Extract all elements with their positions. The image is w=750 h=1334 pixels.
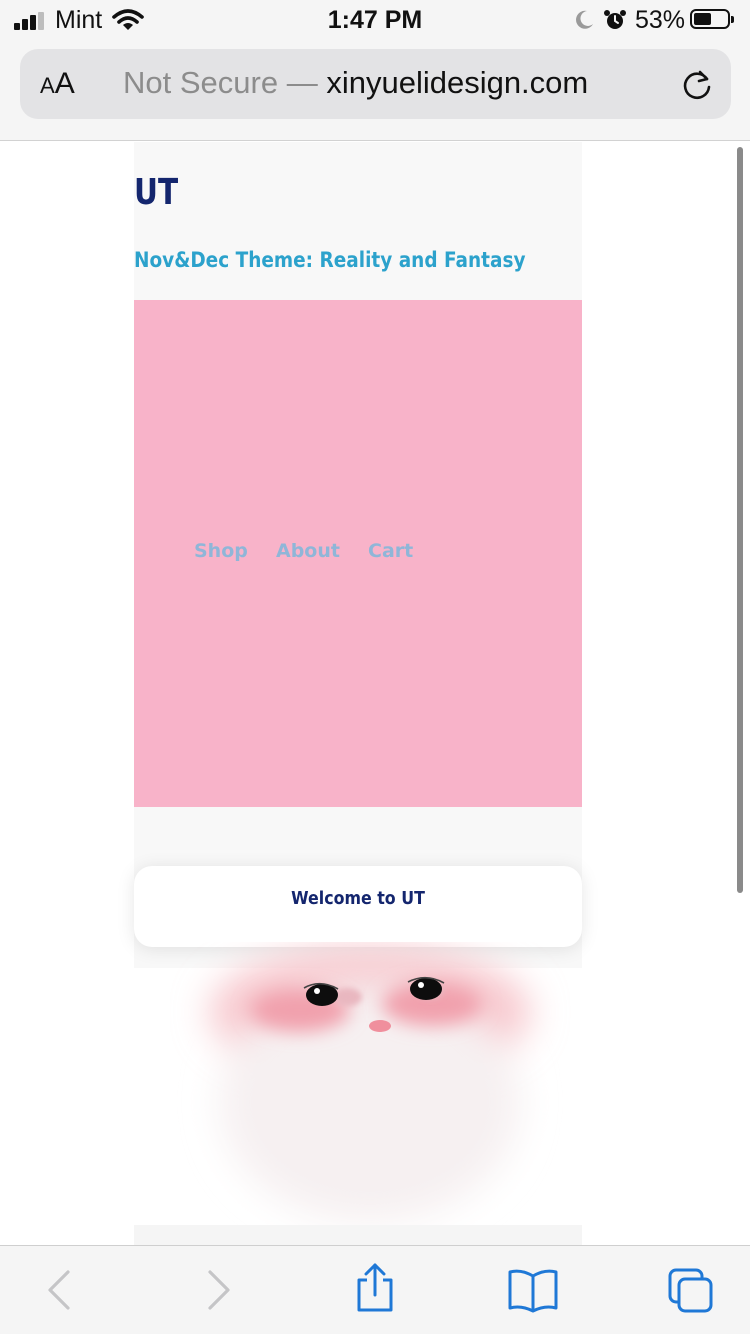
reload-icon[interactable] [680, 68, 714, 102]
forward-icon[interactable] [198, 1266, 238, 1314]
back-icon[interactable] [40, 1266, 80, 1314]
scrollbar[interactable] [737, 147, 743, 893]
address-bar[interactable]: AA Not Secure — xinyuelidesign.com [20, 49, 731, 119]
url-field[interactable]: Not Secure — xinyuelidesign.com [123, 65, 588, 101]
tabs-icon[interactable] [666, 1268, 716, 1316]
battery-percentage: 53% [635, 6, 686, 34]
nav-shop-link[interactable]: Shop [194, 540, 248, 562]
site-logo[interactable]: UT [134, 172, 178, 213]
hero-banner: Shop About Cart [134, 300, 582, 807]
nav-cart-link[interactable]: Cart [368, 540, 413, 562]
welcome-text: Welcome to UT [291, 888, 425, 909]
nav-about-link[interactable]: About [276, 540, 340, 562]
url-domain: xinyuelidesign.com [326, 65, 589, 100]
welcome-card: Welcome to UT [134, 866, 582, 947]
web-page: UT Nov&Dec Theme: Reality and Fantasy Sh… [0, 142, 750, 1245]
text-size-button[interactable]: AA [40, 67, 75, 101]
footer-strip [134, 1225, 582, 1245]
alarm-icon [604, 10, 626, 29]
bookmarks-icon[interactable] [507, 1266, 559, 1314]
theme-heading: Nov&Dec Theme: Reality and Fantasy [134, 248, 526, 272]
share-icon[interactable] [353, 1262, 397, 1314]
battery-icon [690, 9, 734, 29]
status-bar: Mint 1:47 PM 53% [0, 0, 750, 40]
do-not-disturb-moon-icon [576, 10, 593, 29]
bottom-toolbar [0, 1245, 750, 1334]
santa-face-illustration [210, 948, 530, 1222]
site-container: UT Nov&Dec Theme: Reality and Fantasy Sh… [134, 142, 582, 968]
not-secure-label: Not Secure — [123, 65, 318, 100]
